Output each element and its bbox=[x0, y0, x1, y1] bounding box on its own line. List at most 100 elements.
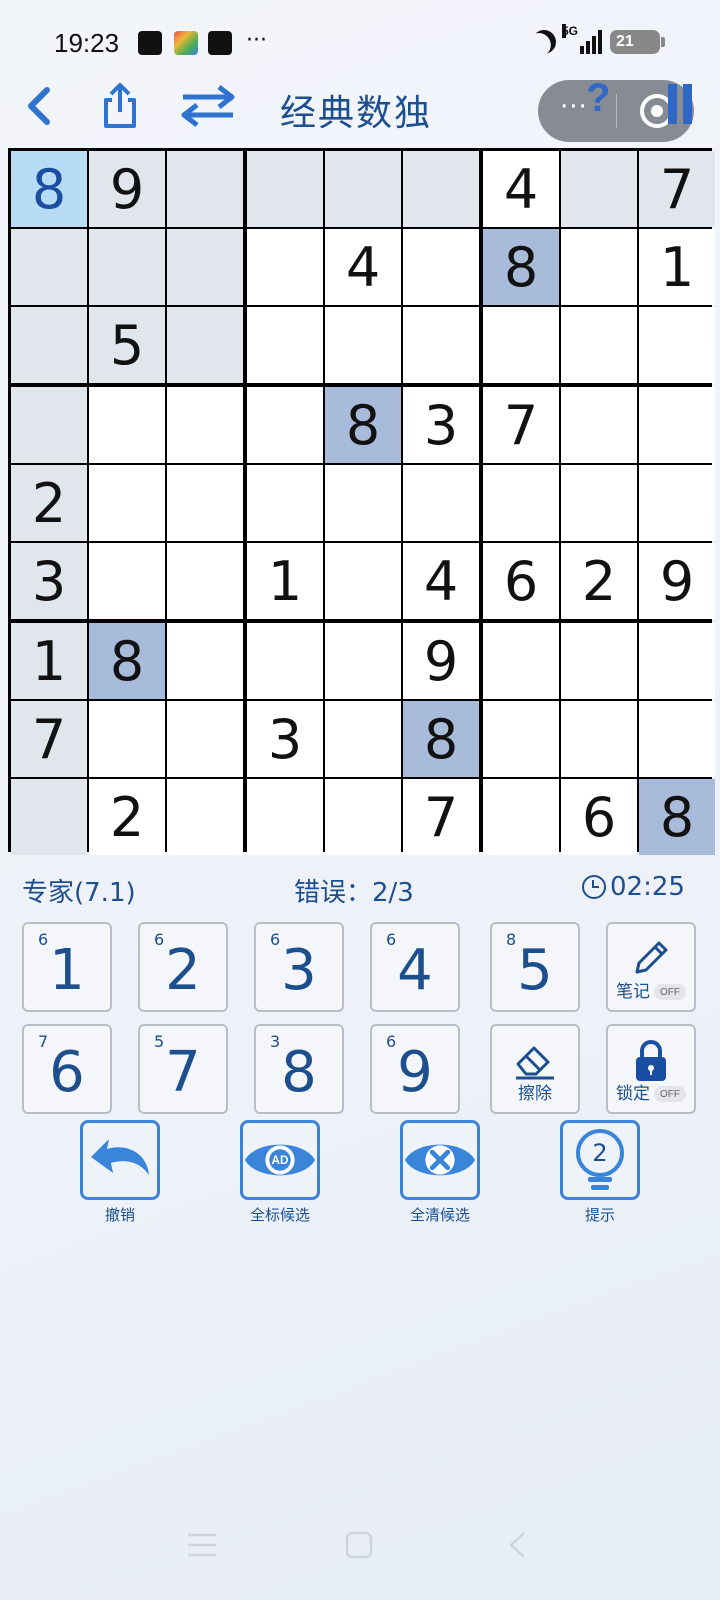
board-cell[interactable]: 6 bbox=[561, 779, 637, 855]
board-cell[interactable]: 9 bbox=[403, 623, 479, 699]
board-cell[interactable] bbox=[167, 151, 243, 227]
board-cell[interactable]: 1 bbox=[639, 229, 715, 305]
board-cell[interactable]: 3 bbox=[11, 543, 87, 619]
board-cell[interactable] bbox=[325, 307, 401, 383]
board-cell[interactable]: 3 bbox=[247, 701, 323, 777]
board-cell[interactable]: 7 bbox=[403, 779, 479, 855]
clear-all-candidates-button[interactable] bbox=[400, 1120, 480, 1200]
board-cell[interactable] bbox=[167, 623, 243, 699]
board-cell[interactable] bbox=[561, 465, 637, 541]
number-key-2[interactable]: 26 bbox=[138, 922, 228, 1012]
number-key-1[interactable]: 16 bbox=[22, 922, 112, 1012]
board-cell[interactable] bbox=[247, 151, 323, 227]
board-cell[interactable] bbox=[325, 465, 401, 541]
board-cell[interactable] bbox=[561, 623, 637, 699]
board-cell[interactable] bbox=[11, 307, 87, 383]
board-cell[interactable] bbox=[483, 701, 559, 777]
share-button[interactable] bbox=[92, 78, 148, 134]
board-cell[interactable] bbox=[325, 151, 401, 227]
menu-icon[interactable] bbox=[186, 1530, 218, 1560]
board-cell[interactable]: 2 bbox=[89, 779, 165, 855]
board-cell[interactable]: 4 bbox=[403, 543, 479, 619]
board-cell[interactable] bbox=[167, 465, 243, 541]
board-cell[interactable] bbox=[325, 543, 401, 619]
number-key-9[interactable]: 96 bbox=[370, 1024, 460, 1114]
board-cell[interactable] bbox=[89, 229, 165, 305]
number-key-4[interactable]: 46 bbox=[370, 922, 460, 1012]
board-cell[interactable]: 3 bbox=[403, 387, 479, 463]
board-cell[interactable] bbox=[167, 307, 243, 383]
board-cell[interactable] bbox=[561, 387, 637, 463]
board-cell[interactable]: 7 bbox=[11, 701, 87, 777]
board-cell[interactable] bbox=[561, 701, 637, 777]
board-cell[interactable] bbox=[11, 229, 87, 305]
number-key-6[interactable]: 67 bbox=[22, 1024, 112, 1114]
board-cell[interactable] bbox=[247, 387, 323, 463]
board-cell[interactable] bbox=[403, 307, 479, 383]
board-cell[interactable]: 9 bbox=[639, 543, 715, 619]
board-cell[interactable]: 6 bbox=[483, 543, 559, 619]
pause-icon[interactable] bbox=[668, 84, 694, 124]
board-cell[interactable]: 2 bbox=[561, 543, 637, 619]
board-cell[interactable] bbox=[89, 387, 165, 463]
board-cell[interactable] bbox=[247, 779, 323, 855]
notes-button[interactable]: 笔记 OFF bbox=[606, 922, 696, 1012]
board-cell[interactable] bbox=[403, 151, 479, 227]
board-cell[interactable]: 8 bbox=[11, 151, 87, 227]
board-cell[interactable] bbox=[247, 623, 323, 699]
board-cell[interactable]: 8 bbox=[89, 623, 165, 699]
board-cell[interactable] bbox=[325, 701, 401, 777]
back-button[interactable] bbox=[12, 78, 68, 134]
board-cell[interactable]: 8 bbox=[403, 701, 479, 777]
board-cell[interactable]: 4 bbox=[483, 151, 559, 227]
number-key-5[interactable]: 58 bbox=[490, 922, 580, 1012]
board-cell[interactable]: 5 bbox=[89, 307, 165, 383]
board-cell[interactable] bbox=[639, 623, 715, 699]
more-dots-icon[interactable]: ··· bbox=[560, 92, 588, 122]
board-cell[interactable]: 8 bbox=[325, 387, 401, 463]
number-key-8[interactable]: 83 bbox=[254, 1024, 344, 1114]
board-cell[interactable] bbox=[89, 543, 165, 619]
board-cell[interactable] bbox=[483, 623, 559, 699]
swap-button[interactable] bbox=[176, 78, 240, 134]
board-cell[interactable]: 7 bbox=[483, 387, 559, 463]
board-cell[interactable] bbox=[167, 387, 243, 463]
erase-button[interactable]: 擦除 bbox=[490, 1024, 580, 1114]
help-icon[interactable]: ? bbox=[586, 76, 610, 121]
board-cell[interactable]: 1 bbox=[247, 543, 323, 619]
board-cell[interactable]: 8 bbox=[639, 779, 715, 855]
board-cell[interactable] bbox=[11, 779, 87, 855]
lock-button[interactable]: 锁定 OFF bbox=[606, 1024, 696, 1114]
board-cell[interactable] bbox=[403, 229, 479, 305]
board-cell[interactable] bbox=[561, 229, 637, 305]
board-cell[interactable] bbox=[639, 701, 715, 777]
board-cell[interactable] bbox=[89, 465, 165, 541]
board-cell[interactable] bbox=[247, 307, 323, 383]
board-cell[interactable] bbox=[561, 307, 637, 383]
board-cell[interactable]: 7 bbox=[639, 151, 715, 227]
number-key-3[interactable]: 36 bbox=[254, 922, 344, 1012]
board-cell[interactable] bbox=[483, 779, 559, 855]
back-triangle-icon[interactable] bbox=[506, 1530, 530, 1560]
board-cell[interactable] bbox=[403, 465, 479, 541]
board-cell[interactable]: 1 bbox=[11, 623, 87, 699]
board-cell[interactable]: 2 bbox=[11, 465, 87, 541]
board-cell[interactable] bbox=[483, 307, 559, 383]
board-cell[interactable] bbox=[167, 779, 243, 855]
board-cell[interactable] bbox=[89, 701, 165, 777]
board-cell[interactable] bbox=[483, 465, 559, 541]
board-cell[interactable] bbox=[639, 387, 715, 463]
number-key-7[interactable]: 75 bbox=[138, 1024, 228, 1114]
mark-all-candidates-button[interactable]: AD bbox=[240, 1120, 320, 1200]
board-cell[interactable] bbox=[639, 465, 715, 541]
board-cell[interactable] bbox=[11, 387, 87, 463]
board-cell[interactable]: 8 bbox=[483, 229, 559, 305]
board-cell[interactable] bbox=[325, 779, 401, 855]
board-cell[interactable] bbox=[247, 465, 323, 541]
board-cell[interactable]: 9 bbox=[89, 151, 165, 227]
board-cell[interactable]: 4 bbox=[325, 229, 401, 305]
board-cell[interactable] bbox=[167, 701, 243, 777]
hint-button[interactable]: 2 bbox=[560, 1120, 640, 1200]
board-cell[interactable] bbox=[167, 229, 243, 305]
board-cell[interactable] bbox=[325, 623, 401, 699]
